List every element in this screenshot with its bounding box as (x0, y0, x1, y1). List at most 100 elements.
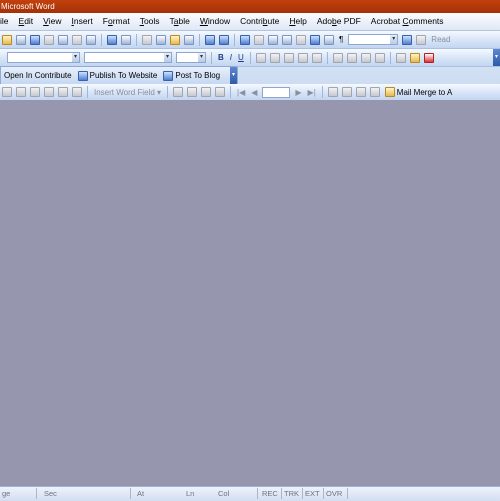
menu-item-contribute[interactable]: Contribute (235, 13, 284, 30)
separator (326, 51, 328, 64)
status-ovr[interactable]: OVR (326, 489, 342, 498)
copy-icon[interactable] (156, 34, 166, 45)
merge-to-new-document-icon[interactable] (355, 87, 366, 97)
insert-greeting-line-icon[interactable] (58, 87, 68, 97)
numbering-icon[interactable] (332, 52, 343, 63)
underline-button[interactable]: U (235, 53, 247, 62)
menu-item-insert[interactable]: Insert (66, 13, 97, 30)
last-record-icon[interactable]: ▶| (305, 88, 319, 97)
zoom-combo[interactable]: ▾ (348, 34, 399, 45)
font-color-icon[interactable] (423, 52, 434, 63)
menu-item-view[interactable]: View (38, 13, 66, 30)
menu-item-table[interactable]: Table (165, 13, 195, 30)
publish-to-website-button[interactable]: Publish To Website (75, 70, 161, 81)
insert-merge-fields-icon[interactable] (72, 87, 82, 97)
research-icon[interactable] (121, 34, 131, 45)
help-icon[interactable] (402, 34, 413, 45)
menu-item-format[interactable]: Format (98, 13, 135, 30)
permission-icon[interactable] (44, 34, 54, 45)
separator (230, 86, 231, 98)
show-hide-formatting-button[interactable]: ¶ (336, 35, 346, 44)
first-record-icon[interactable]: |◀ (234, 88, 248, 97)
highlight-icon[interactable] (409, 52, 420, 63)
insert-table-icon[interactable] (268, 34, 278, 45)
menu-item-edit[interactable]: Edit (14, 13, 39, 30)
find-entry-icon[interactable] (327, 87, 338, 97)
email-icon[interactable] (58, 34, 68, 45)
formatting-toolbar: ▾ ▾ ▾ B I U ▾ (0, 49, 500, 67)
merge-to-printer-icon[interactable] (369, 87, 380, 97)
chevron-down-icon: ▾ (164, 53, 171, 62)
bold-button[interactable]: B (215, 53, 227, 62)
align-center-icon[interactable] (269, 52, 280, 63)
status-rec[interactable]: REC (262, 489, 278, 498)
toolbar-options-icon[interactable]: ▾ (493, 49, 500, 66)
record-number-input[interactable] (262, 86, 291, 98)
save-icon[interactable] (30, 34, 40, 45)
window-title: Microsoft Word (1, 2, 55, 11)
insert-excel-icon[interactable] (282, 34, 292, 45)
justify-icon[interactable] (297, 52, 308, 63)
tables-borders-icon[interactable] (254, 34, 264, 45)
cut-icon[interactable] (142, 34, 152, 45)
contribute-toolbar: Open In Contribute Publish To Website Po… (0, 66, 238, 85)
open-folder-icon[interactable] (16, 34, 26, 45)
menu-item-help[interactable]: Help (284, 13, 311, 30)
format-painter-icon[interactable] (184, 34, 194, 45)
status-at: At (137, 489, 145, 498)
blog-icon (163, 70, 174, 81)
match-fields-icon[interactable] (201, 87, 211, 97)
mail-merge-button[interactable]: Mail Merge to A (382, 87, 456, 97)
previous-record-icon[interactable]: ◀ (248, 88, 260, 97)
new-document-icon[interactable] (2, 34, 12, 45)
recipients-icon[interactable] (30, 87, 40, 97)
font-combo[interactable]: ▾ (84, 52, 172, 63)
propagate-labels-icon[interactable] (215, 87, 225, 97)
post-to-blog-button[interactable]: Post To Blog (160, 70, 223, 81)
columns-icon[interactable] (296, 34, 306, 45)
hyperlink-icon[interactable] (240, 34, 250, 45)
menu-item-acrobat-comments[interactable]: Acrobat Comments (366, 13, 449, 30)
italic-button[interactable]: I (227, 53, 235, 62)
menu-bar: ile Edit View Insert Format Tools Table Window C… (0, 13, 500, 31)
status-ext[interactable]: EXT (305, 489, 320, 498)
open-in-contribute-button[interactable]: Open In Contribute (1, 71, 75, 80)
status-trk[interactable]: TRK (284, 489, 299, 498)
main-document-setup-icon[interactable] (2, 87, 12, 97)
read-icon[interactable] (416, 34, 427, 45)
menu-item-window[interactable]: Window (195, 13, 235, 30)
line-spacing-icon[interactable] (311, 52, 322, 63)
toolbar-options-icon[interactable]: ▾ (230, 67, 237, 84)
next-record-icon[interactable]: ▶ (292, 88, 304, 97)
menu-item-tools[interactable]: Tools (135, 13, 165, 30)
menu-item-ile[interactable]: ile (0, 13, 14, 30)
open-data-source-icon[interactable] (16, 87, 26, 97)
redo-icon[interactable] (219, 34, 229, 45)
insert-address-block-icon[interactable] (44, 87, 54, 97)
spelling-icon[interactable] (107, 34, 117, 45)
align-right-icon[interactable] (283, 52, 294, 63)
highlight-fields-icon[interactable] (187, 87, 197, 97)
status-divider (36, 488, 37, 499)
borders-icon[interactable] (395, 52, 406, 63)
decrease-indent-icon[interactable] (360, 52, 371, 63)
print-icon[interactable] (72, 34, 82, 45)
document-area[interactable] (0, 100, 500, 486)
bullets-icon[interactable] (346, 52, 357, 63)
undo-icon[interactable] (205, 34, 215, 45)
read-button[interactable]: Read (428, 35, 453, 44)
insert-word-field-button[interactable]: Insert Word Field ▾ (91, 88, 164, 97)
check-errors-icon[interactable] (341, 87, 352, 97)
increase-indent-icon[interactable] (374, 52, 385, 63)
view-merged-data-icon[interactable] (173, 87, 183, 97)
style-combo[interactable]: ▾ (7, 52, 80, 63)
toolbar-area: ¶ ▾ Read ▾ ▾ ▾ B I U ▾ Open In Contribut… (0, 31, 500, 101)
paste-icon[interactable] (170, 34, 180, 45)
document-map-icon[interactable] (324, 34, 334, 45)
menu-item-adobe-pdf[interactable]: Adobe PDF (312, 13, 366, 30)
font-size-combo[interactable]: ▾ (176, 52, 206, 63)
print-preview-icon[interactable] (86, 34, 96, 45)
drawing-icon[interactable] (310, 34, 320, 45)
align-left-icon[interactable] (255, 52, 266, 63)
status-section: Sec (44, 489, 57, 498)
